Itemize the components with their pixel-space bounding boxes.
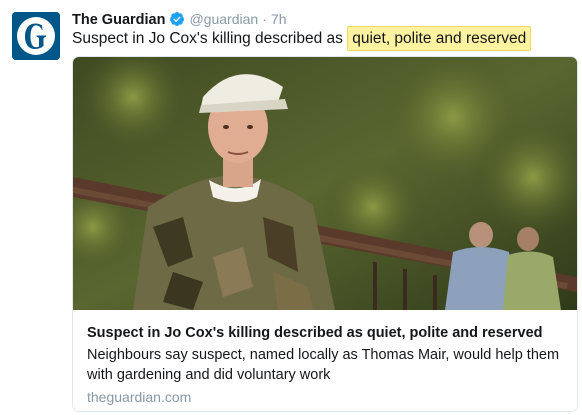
highlighted-phrase: quiet, polite and reserved — [347, 26, 532, 51]
card-title[interactable]: Suspect in Jo Cox's killing described as… — [87, 323, 543, 343]
author-handle[interactable]: @guardian — [189, 11, 258, 27]
verified-badge-icon — [170, 12, 185, 26]
guardian-logo-icon — [12, 12, 60, 60]
tweet-text: Suspect in Jo Cox's killing described as… — [72, 26, 532, 51]
card-domain[interactable]: theguardian.com — [87, 388, 191, 406]
avatar[interactable] — [12, 12, 60, 60]
tweet-header: The Guardian @guardian · 7h — [72, 9, 286, 30]
tweet-timestamp[interactable]: 7h — [271, 11, 287, 27]
tweet-text-prefix: Suspect in Jo Cox's killing described as — [72, 30, 348, 47]
author-name[interactable]: The Guardian — [72, 12, 165, 28]
separator-dot: · — [262, 11, 267, 27]
article-photo — [73, 57, 577, 310]
card-description: Neighbours say suspect, named locally as… — [87, 347, 560, 383]
link-card[interactable]: Suspect in Jo Cox's killing described as… — [72, 56, 578, 412]
